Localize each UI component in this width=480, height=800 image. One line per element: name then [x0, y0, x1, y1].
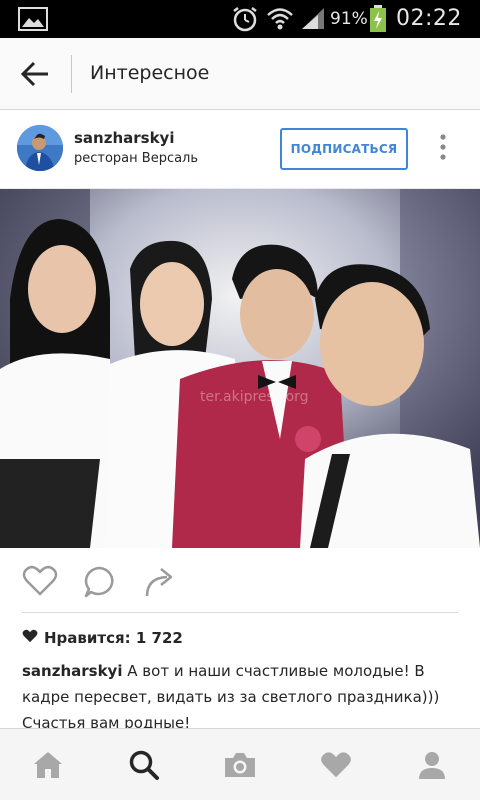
- post-location[interactable]: ресторан Версаль: [74, 151, 198, 166]
- signal-icon: [300, 7, 326, 35]
- avatar[interactable]: [17, 125, 63, 171]
- caption-username[interactable]: sanzharskyi: [22, 662, 122, 680]
- header-divider: [71, 55, 72, 93]
- top-app-bar: Интересное: [0, 38, 480, 110]
- post-actions: [0, 548, 480, 612]
- page-title: Интересное: [90, 62, 210, 84]
- likes-count[interactable]: Нравится: 1 722: [22, 629, 183, 647]
- filled-heart-icon: [22, 629, 38, 647]
- home-icon[interactable]: [28, 747, 68, 783]
- bottom-navigation: [0, 728, 480, 800]
- status-bar: 91% 02:22: [0, 0, 480, 38]
- search-icon[interactable]: [124, 747, 164, 783]
- post-username[interactable]: sanzharskyi: [74, 129, 174, 147]
- gallery-icon: [18, 7, 48, 35]
- follow-button[interactable]: ПОДПИСАТЬСЯ: [280, 128, 408, 170]
- alarm-icon: [231, 6, 259, 36]
- post-photo-image: [0, 189, 480, 548]
- actions-divider: [22, 612, 458, 613]
- like-heart-icon[interactable]: [22, 565, 58, 601]
- profile-icon[interactable]: [412, 747, 452, 783]
- post-header: sanzharskyi ресторан Версаль ПОДПИСАТЬСЯ: [0, 111, 480, 189]
- post-caption: sanzharskyi А вот и наши счастливые моло…: [22, 658, 462, 736]
- post-photo[interactable]: ter.akipress.org: [0, 189, 480, 548]
- battery-percent: 91%: [330, 9, 368, 29]
- more-vertical-icon[interactable]: [434, 131, 452, 165]
- battery-icon: [369, 5, 387, 37]
- camera-icon[interactable]: [220, 747, 260, 783]
- status-clock: 02:22: [396, 6, 462, 31]
- share-icon[interactable]: [143, 565, 177, 603]
- comment-icon[interactable]: [83, 565, 117, 603]
- app-root: 91% 02:22 Интересное sanzharskyi рестора…: [0, 0, 480, 800]
- back-arrow-icon[interactable]: [18, 58, 52, 90]
- wifi-icon: [266, 6, 294, 36]
- activity-heart-icon[interactable]: [316, 747, 356, 783]
- likes-label: Нравится: 1 722: [44, 629, 183, 647]
- photo-watermark: ter.akipress.org: [200, 389, 309, 405]
